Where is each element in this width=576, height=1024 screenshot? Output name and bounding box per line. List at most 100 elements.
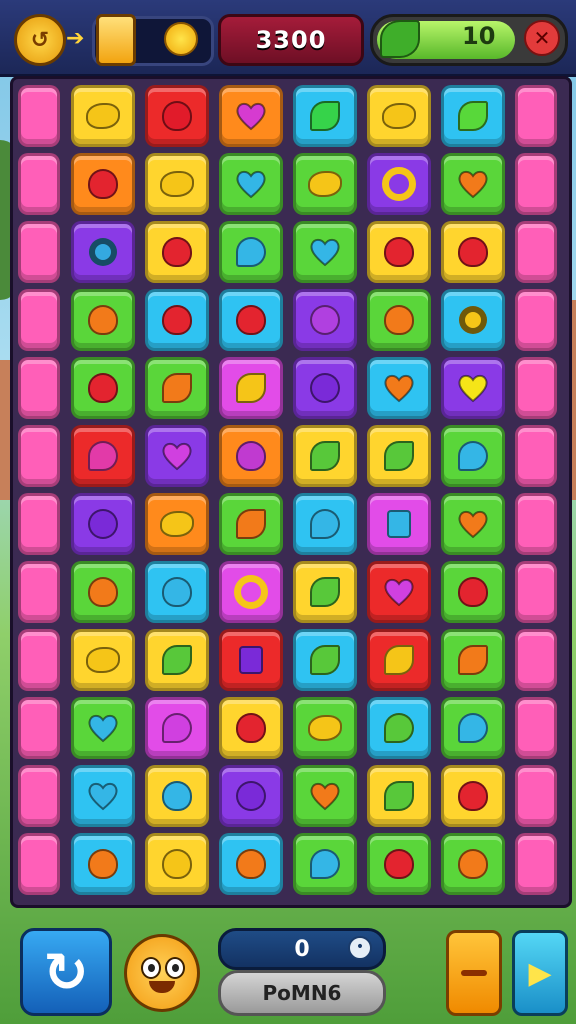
restart-button[interactable]: ↻ bbox=[20, 928, 112, 1016]
board-tile[interactable] bbox=[441, 357, 505, 419]
board-tile[interactable] bbox=[18, 697, 60, 759]
board-tile[interactable] bbox=[219, 85, 283, 147]
board-tile[interactable] bbox=[18, 629, 60, 691]
board-tile[interactable] bbox=[441, 289, 505, 351]
board-tile[interactable] bbox=[441, 765, 505, 827]
board-tile[interactable] bbox=[293, 561, 357, 623]
coin-swap-icon[interactable]: ↺ bbox=[14, 14, 66, 66]
board-tile[interactable] bbox=[219, 153, 283, 215]
board-tile[interactable] bbox=[367, 833, 431, 895]
board-tile[interactable] bbox=[293, 765, 357, 827]
board-tile[interactable] bbox=[219, 561, 283, 623]
board-tile[interactable] bbox=[515, 493, 557, 555]
board-tile[interactable] bbox=[367, 765, 431, 827]
board-tile[interactable] bbox=[219, 697, 283, 759]
board-tile[interactable] bbox=[219, 289, 283, 351]
board-tile[interactable] bbox=[515, 153, 557, 215]
board-tile[interactable] bbox=[441, 85, 505, 147]
board-tile[interactable] bbox=[145, 765, 209, 827]
board-tile[interactable] bbox=[515, 221, 557, 283]
board-tile[interactable] bbox=[367, 153, 431, 215]
board-tile[interactable] bbox=[18, 153, 60, 215]
board-tile[interactable] bbox=[293, 85, 357, 147]
board-tile[interactable] bbox=[441, 833, 505, 895]
board-tile[interactable] bbox=[18, 221, 60, 283]
board-tile[interactable] bbox=[145, 425, 209, 487]
info-icon[interactable]: • bbox=[348, 936, 372, 960]
board-tile[interactable] bbox=[18, 85, 60, 147]
label-button[interactable]: PoMN6 bbox=[218, 970, 386, 1016]
board-tile[interactable] bbox=[18, 561, 60, 623]
board-tile[interactable] bbox=[441, 697, 505, 759]
board-tile[interactable] bbox=[367, 697, 431, 759]
minus-button[interactable] bbox=[446, 930, 502, 1016]
board-tile[interactable] bbox=[145, 153, 209, 215]
board-tile[interactable] bbox=[441, 561, 505, 623]
board-tile[interactable] bbox=[367, 357, 431, 419]
board-tile[interactable] bbox=[145, 85, 209, 147]
board-tile[interactable] bbox=[515, 561, 557, 623]
board-tile[interactable] bbox=[145, 629, 209, 691]
board-tile[interactable] bbox=[293, 493, 357, 555]
board-tile[interactable] bbox=[515, 697, 557, 759]
board-tile[interactable] bbox=[71, 697, 135, 759]
board-tile[interactable] bbox=[18, 357, 60, 419]
board-tile[interactable] bbox=[219, 493, 283, 555]
board-tile[interactable] bbox=[71, 425, 135, 487]
board-tile[interactable] bbox=[367, 289, 431, 351]
board-tile[interactable] bbox=[145, 221, 209, 283]
board-tile[interactable] bbox=[293, 425, 357, 487]
board-tile[interactable] bbox=[145, 833, 209, 895]
board-tile[interactable] bbox=[441, 425, 505, 487]
board-tile[interactable] bbox=[18, 765, 60, 827]
board-tile[interactable] bbox=[515, 85, 557, 147]
board-tile[interactable] bbox=[367, 221, 431, 283]
board-tile[interactable] bbox=[145, 357, 209, 419]
board-tile[interactable] bbox=[145, 561, 209, 623]
board-tile[interactable] bbox=[18, 833, 60, 895]
board-tile[interactable] bbox=[71, 153, 135, 215]
board-tile[interactable] bbox=[293, 833, 357, 895]
board-tile[interactable] bbox=[367, 85, 431, 147]
board-tile[interactable] bbox=[515, 357, 557, 419]
board-tile[interactable] bbox=[145, 697, 209, 759]
board-tile[interactable] bbox=[293, 153, 357, 215]
board-tile[interactable] bbox=[71, 765, 135, 827]
board-tile[interactable] bbox=[367, 493, 431, 555]
board-tile[interactable] bbox=[441, 493, 505, 555]
board-tile[interactable] bbox=[145, 493, 209, 555]
board-tile[interactable] bbox=[293, 697, 357, 759]
board-tile[interactable] bbox=[71, 289, 135, 351]
board-tile[interactable] bbox=[219, 357, 283, 419]
board-tile[interactable] bbox=[18, 289, 60, 351]
board-tile[interactable] bbox=[71, 833, 135, 895]
board-tile[interactable] bbox=[515, 425, 557, 487]
board-tile[interactable] bbox=[441, 629, 505, 691]
board-tile[interactable] bbox=[515, 833, 557, 895]
board-tile[interactable] bbox=[71, 493, 135, 555]
board-tile[interactable] bbox=[515, 289, 557, 351]
board-tile[interactable] bbox=[441, 153, 505, 215]
board-tile[interactable] bbox=[367, 629, 431, 691]
board-tile[interactable] bbox=[219, 833, 283, 895]
board-tile[interactable] bbox=[219, 629, 283, 691]
board-tile[interactable] bbox=[71, 561, 135, 623]
board-tile[interactable] bbox=[441, 221, 505, 283]
board-tile[interactable] bbox=[18, 425, 60, 487]
board-tile[interactable] bbox=[71, 629, 135, 691]
board-tile[interactable] bbox=[145, 289, 209, 351]
board-tile[interactable] bbox=[515, 629, 557, 691]
board-tile[interactable] bbox=[515, 765, 557, 827]
board-tile[interactable] bbox=[219, 425, 283, 487]
board-tile[interactable] bbox=[367, 425, 431, 487]
board-tile[interactable] bbox=[367, 561, 431, 623]
board-tile[interactable] bbox=[18, 493, 60, 555]
board-tile[interactable] bbox=[219, 765, 283, 827]
close-icon[interactable]: ✕ bbox=[524, 20, 560, 56]
board-tile[interactable] bbox=[219, 221, 283, 283]
board-tile[interactable] bbox=[293, 629, 357, 691]
board-tile[interactable] bbox=[71, 85, 135, 147]
play-button[interactable]: ▶ bbox=[512, 930, 568, 1016]
board-tile[interactable] bbox=[293, 289, 357, 351]
board-tile[interactable] bbox=[293, 357, 357, 419]
